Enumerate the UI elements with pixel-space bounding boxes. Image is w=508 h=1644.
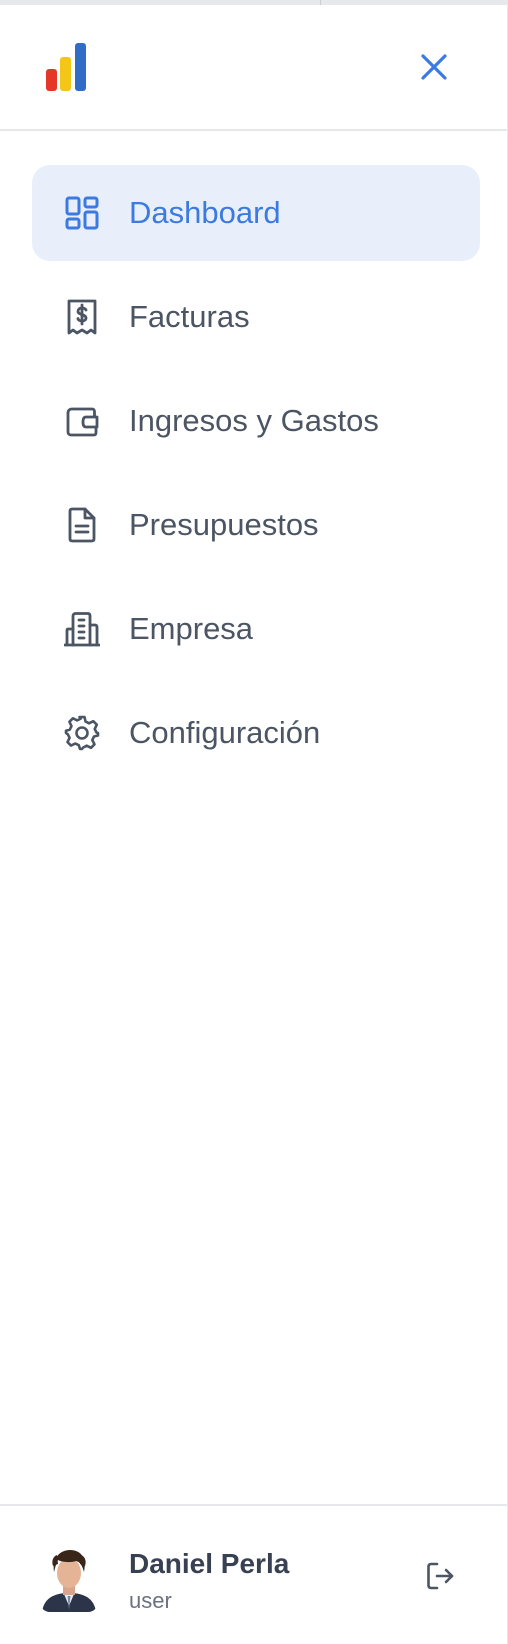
- user-role: user: [129, 1588, 172, 1613]
- close-drawer-button[interactable]: [412, 47, 456, 91]
- bar-chart-logo-icon: [46, 43, 94, 95]
- close-icon: [419, 52, 449, 87]
- sidebar-nav: Dashboard Facturas Ingresos y Gastos Pre…: [32, 165, 480, 789]
- sidebar-item-configuracion[interactable]: Configuración: [32, 685, 480, 781]
- document-icon: [64, 507, 100, 543]
- sidebar-item-facturas[interactable]: Facturas: [32, 269, 480, 365]
- wallet-icon: [64, 403, 100, 439]
- user-footer: Daniel Perla user: [0, 1504, 508, 1644]
- sidebar-item-presupuestos[interactable]: Presupuestos: [32, 477, 480, 573]
- sidebar-item-ingresos-y-gastos[interactable]: Ingresos y Gastos: [32, 373, 480, 469]
- sidebar-item-empresa[interactable]: Empresa: [32, 581, 480, 677]
- sidebar-item-dashboard[interactable]: Dashboard: [32, 165, 480, 261]
- gear-icon: [64, 715, 100, 751]
- sidebar-item-label: Configuración: [129, 715, 321, 750]
- avatar[interactable]: [40, 1544, 98, 1612]
- sidebar-item-label: Ingresos y Gastos: [129, 403, 379, 438]
- sidebar-item-label: Dashboard: [129, 195, 281, 230]
- sidebar-drawer: Dashboard Facturas Ingresos y Gastos Pre…: [0, 5, 508, 1644]
- dashboard-grid-icon: [64, 195, 100, 231]
- sidebar-item-label: Presupuestos: [129, 507, 319, 542]
- sidebar-item-label: Facturas: [129, 299, 250, 334]
- logout-icon: [424, 1560, 456, 1597]
- logout-button[interactable]: [420, 1558, 460, 1598]
- sidebar-item-label: Empresa: [129, 611, 254, 646]
- receipt-dollar-icon: [64, 299, 100, 335]
- drawer-header: [0, 5, 508, 131]
- building-icon: [64, 611, 100, 647]
- user-name: Daniel Perla: [129, 1548, 290, 1579]
